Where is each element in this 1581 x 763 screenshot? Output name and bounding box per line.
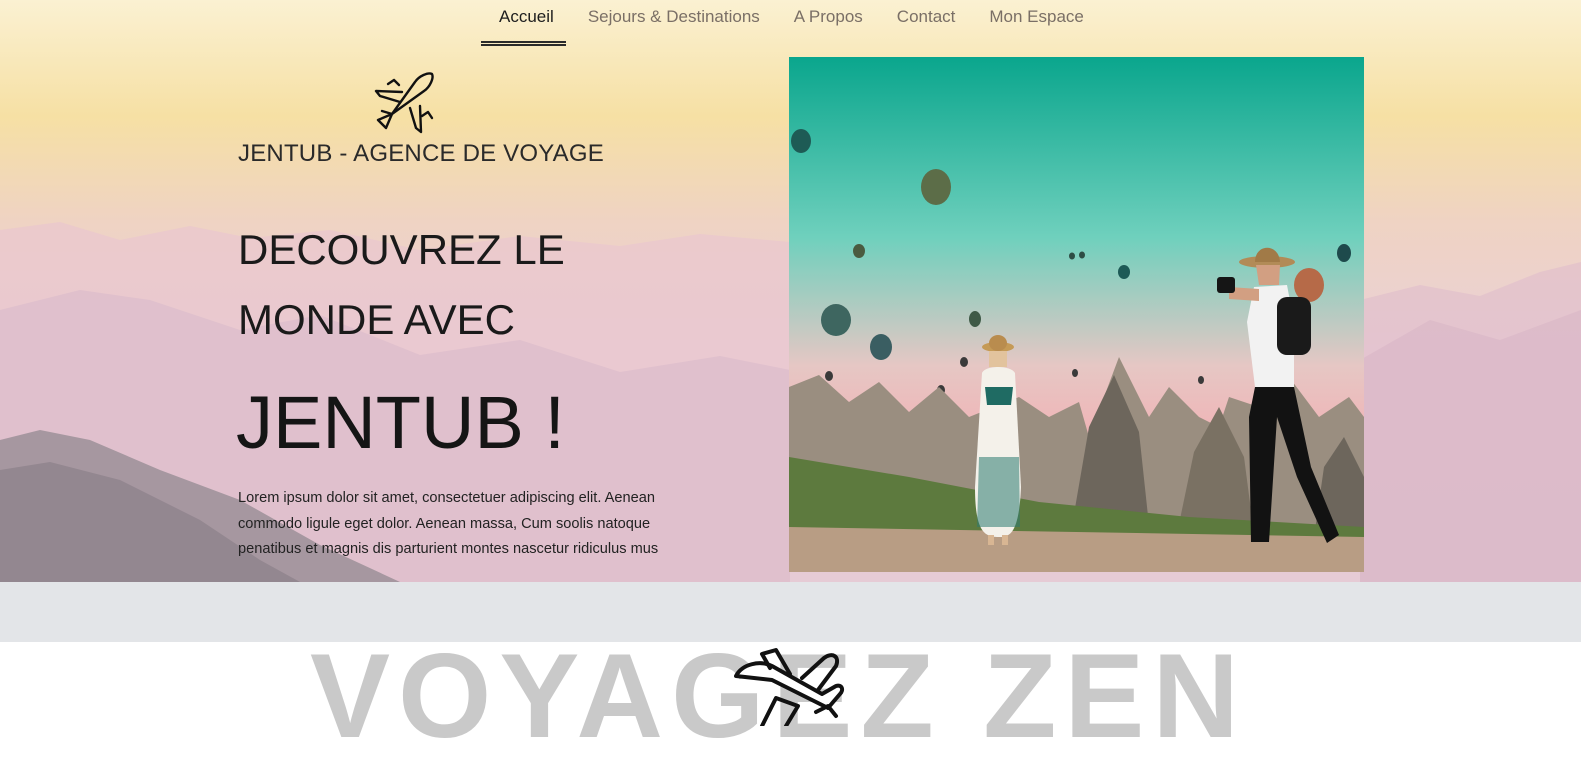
hero-description: Lorem ipsum dolor sit amet, consectetuer… xyxy=(238,490,659,557)
hero-travel-photo xyxy=(789,57,1364,572)
hero-headline-line2: MONDE AVEC xyxy=(238,296,515,343)
airplane-icon xyxy=(374,72,434,134)
balloons-couple-illustration xyxy=(789,57,1364,572)
brand-name: JENTUB - AGENCE DE VOYAGE xyxy=(238,140,604,167)
hero-headline-line3: JENTUB ! xyxy=(236,381,565,464)
hero-headline-line1: DECOUVREZ LE xyxy=(238,226,565,273)
nav-item-a-propos[interactable]: A Propos xyxy=(777,6,880,28)
nav-item-accueil[interactable]: Accueil xyxy=(482,6,571,28)
top-navigation: Accueil Sejours & Destinations A Propos … xyxy=(0,0,1581,48)
nav-active-underline xyxy=(481,41,566,46)
airplane-icon xyxy=(734,648,845,726)
hero-section: Accueil Sejours & Destinations A Propos … xyxy=(0,0,1581,582)
nav-item-contact[interactable]: Contact xyxy=(880,6,973,28)
nav-item-sejours-destinations[interactable]: Sejours & Destinations xyxy=(571,6,777,28)
nav-item-mon-espace[interactable]: Mon Espace xyxy=(972,6,1101,28)
